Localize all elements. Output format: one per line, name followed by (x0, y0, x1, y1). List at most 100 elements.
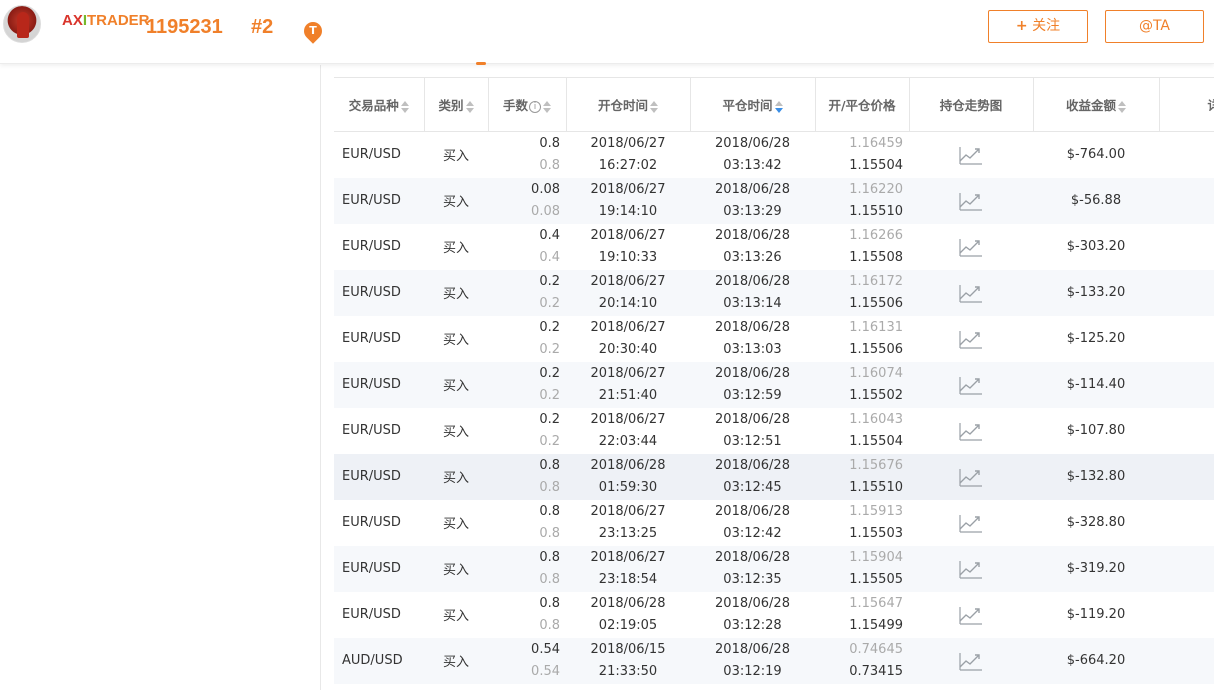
table-row[interactable]: EUR/USD 买入 0.8 0.8 2018/06/27 16:27:02 2018/06… (334, 132, 1214, 178)
sort-icon[interactable] (465, 100, 474, 113)
trend-chart-icon[interactable] (959, 421, 983, 441)
trend-chart-icon[interactable] (959, 467, 983, 487)
lots-closed: 0.8 (539, 617, 560, 633)
table-row[interactable]: EUR/USD 买入 0.8 0.8 2018/06/27 23:13:25 2018/06… (334, 500, 1214, 546)
sort-icon[interactable] (400, 100, 409, 113)
trend-chart-icon[interactable] (959, 191, 983, 211)
close-price: 1.15510 (849, 203, 903, 219)
trend-chart-icon[interactable] (959, 283, 983, 303)
detail-cell[interactable] (1159, 453, 1214, 500)
price-cell: 1.15913 1.15503 (815, 500, 909, 546)
trend-chart-icon[interactable] (959, 237, 983, 257)
lots-cell: 0.2 0.2 (488, 269, 566, 316)
lots-open: 0.2 (539, 273, 560, 289)
detail-cell[interactable] (1159, 361, 1214, 408)
lots-open: 0.8 (539, 503, 560, 519)
column-header-profit[interactable]: 收益金额 (1033, 77, 1160, 132)
table-row[interactable]: AUD/USD 买入 0.54 0.54 2018/06/15 21:33:50 2018/… (334, 637, 1214, 684)
lots-cell: 0.8 0.8 (488, 453, 566, 500)
rank-label: #2 (251, 16, 274, 38)
table-row[interactable]: EUR/USD 买入 0.2 0.2 2018/06/27 21:51:40 2018/06… (334, 361, 1214, 408)
lots-cell: 0.2 0.2 (488, 361, 566, 408)
open-time: 21:33:50 (598, 663, 658, 679)
lots-open: 0.54 (531, 641, 560, 657)
detail-cell[interactable] (1159, 592, 1214, 638)
profit-cell: $-119.20 (1066, 607, 1126, 622)
profit-cell: $-303.20 (1066, 239, 1126, 254)
detail-cell[interactable] (1159, 545, 1214, 592)
detail-cell[interactable] (1159, 500, 1214, 546)
follow-button[interactable]: + 关注 (988, 10, 1088, 43)
close-date: 2018/06/28 (715, 503, 790, 519)
table-row[interactable]: EUR/USD 买入 0.8 0.8 2018/06/28 01:59:30 2018/06… (334, 453, 1214, 500)
close-time-cell: 2018/06/28 03:12:42 (690, 500, 815, 546)
table-row[interactable]: EUR/USD 买入 0.2 0.2 2018/06/27 20:14:10 2018/06… (334, 269, 1214, 316)
avatar[interactable] (3, 5, 41, 43)
open-time: 20:14:10 (598, 295, 658, 311)
trend-cell[interactable] (909, 224, 1033, 270)
detail-cell[interactable] (1159, 132, 1214, 178)
lots-cell: 0.54 0.54 (488, 637, 566, 684)
open-time: 16:27:02 (598, 157, 658, 173)
table-row[interactable]: EUR/USD 买入 0.8 0.8 2018/06/27 23:18:54 2018/06… (334, 545, 1214, 592)
open-time-cell: 2018/06/27 19:14:10 (566, 177, 690, 224)
type-cell: 买入 (442, 241, 469, 256)
open-time-cell: 2018/06/27 19:10:33 (566, 224, 690, 270)
sort-icon[interactable] (650, 100, 658, 113)
trend-cell[interactable] (909, 132, 1033, 178)
table-row[interactable]: EUR/USD 买入 0.8 0.8 2018/06/28 02:19:05 2018/06… (334, 592, 1214, 638)
symbol-cell: AUD/USD (334, 637, 424, 684)
trend-chart-icon[interactable] (959, 145, 983, 165)
trend-chart-icon[interactable] (959, 329, 983, 349)
lots-open: 0.8 (539, 457, 560, 473)
trend-cell[interactable] (909, 500, 1033, 546)
close-date: 2018/06/28 (715, 457, 790, 473)
trend-cell[interactable] (909, 316, 1033, 362)
mention-ta-button[interactable]: @TA (1105, 10, 1204, 43)
price-cell: 1.15647 1.15499 (815, 592, 909, 638)
sort-desc-icon[interactable] (774, 100, 783, 113)
column-header-symbol[interactable]: 交易品种 (334, 77, 425, 132)
table-row[interactable]: EUR/USD 买入 0.2 0.2 2018/06/27 22:03:44 2018/06… (334, 408, 1214, 454)
info-icon[interactable]: i (529, 100, 541, 113)
trade-history-table-container[interactable]: 交易品种 类别 手数 i 开仓时间 平仓时间 开/平仓价格 持仓走势图 收益金额 … (334, 77, 1214, 690)
close-date: 2018/06/28 (715, 595, 790, 611)
close-time-cell: 2018/06/28 03:13:29 (690, 177, 815, 224)
detail-cell[interactable] (1159, 316, 1214, 362)
trend-chart-icon[interactable] (959, 605, 983, 625)
account-id: 1195231 (146, 16, 223, 38)
column-header-lots[interactable]: 手数 i (488, 77, 567, 132)
trend-chart-icon[interactable] (959, 375, 983, 395)
detail-cell[interactable] (1159, 408, 1214, 454)
trend-chart-icon[interactable] (959, 559, 983, 579)
trend-cell[interactable] (909, 269, 1033, 316)
column-header-close-time[interactable]: 平仓时间 (690, 77, 816, 132)
detail-cell[interactable] (1159, 177, 1214, 224)
trend-cell[interactable] (909, 637, 1033, 684)
trend-cell[interactable] (909, 592, 1033, 638)
column-header-type[interactable]: 类别 (424, 77, 489, 132)
lots-cell: 0.2 0.2 (488, 408, 566, 454)
open-date: 2018/06/27 (590, 227, 666, 243)
trend-cell[interactable] (909, 177, 1033, 224)
sort-icon[interactable] (1118, 100, 1126, 113)
detail-cell[interactable] (1159, 269, 1214, 316)
lots-closed: 0.8 (539, 571, 560, 587)
table-row[interactable]: EUR/USD 买入 0.2 0.2 2018/06/27 20:30:40 2018/06… (334, 316, 1214, 362)
sort-icon[interactable] (543, 100, 551, 113)
close-price: 1.15510 (849, 479, 903, 495)
column-header-open-time[interactable]: 开仓时间 (566, 77, 691, 132)
trend-cell[interactable] (909, 545, 1033, 592)
open-time: 23:13:25 (598, 525, 658, 541)
detail-cell[interactable] (1159, 224, 1214, 270)
table-row[interactable]: EUR/USD 买入 0.08 0.08 2018/06/27 19:14:10 2018/… (334, 177, 1214, 224)
trend-cell[interactable] (909, 361, 1033, 408)
trend-cell[interactable] (909, 453, 1033, 500)
trend-chart-icon[interactable] (959, 651, 983, 671)
trend-cell[interactable] (909, 408, 1033, 454)
symbol-cell: EUR/USD (342, 515, 401, 530)
table-row[interactable]: EUR/USD 买入 0.4 0.4 2018/06/27 19:10:33 2018/06… (334, 224, 1214, 270)
trend-chart-icon[interactable] (959, 513, 983, 533)
close-time: 03:12:51 (723, 433, 782, 449)
detail-cell[interactable] (1159, 637, 1214, 684)
